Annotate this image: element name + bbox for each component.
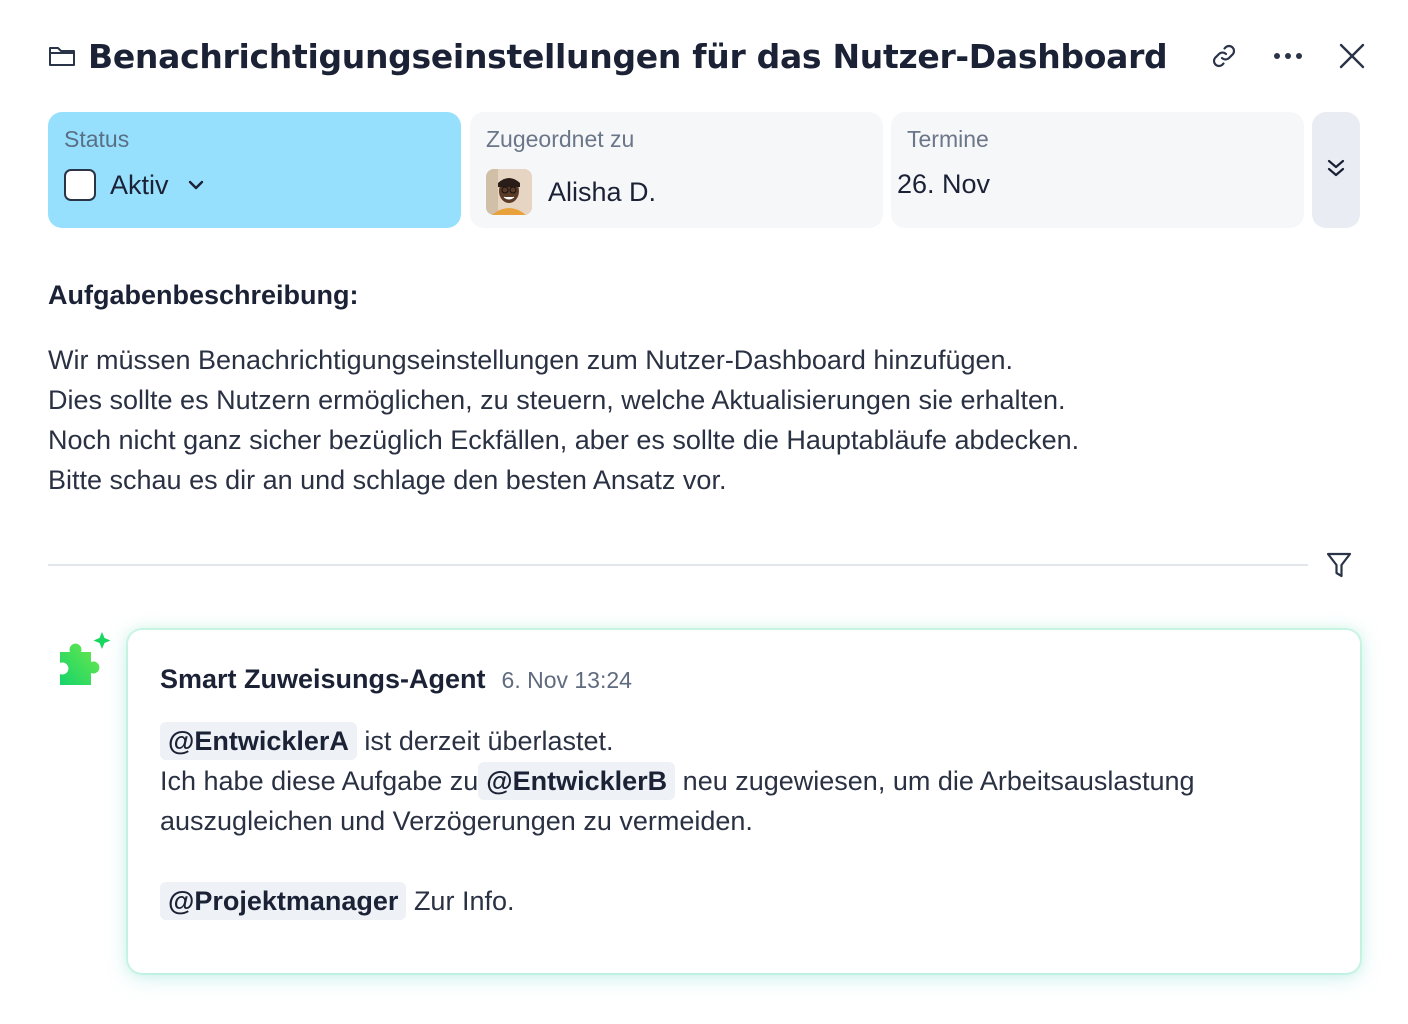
comment-text: Zur Info.	[413, 886, 515, 916]
header-actions	[1206, 30, 1370, 82]
deadline-label: Termine	[907, 126, 989, 152]
mention-entwickler-a[interactable]: @EntwicklerA	[160, 722, 357, 760]
description-line: Noch nicht ganz sicher bezüglich Eckfäll…	[48, 425, 1080, 455]
folder-icon	[48, 43, 78, 69]
close-icon[interactable]	[1334, 38, 1370, 74]
deadline-value: 26. Nov	[897, 169, 991, 199]
more-icon[interactable]	[1270, 38, 1306, 74]
comment-line: @EntwicklerA ist derzeit überlastet.	[160, 721, 1328, 761]
status-checkbox[interactable]	[64, 169, 96, 201]
deadline-value-row[interactable]: 26. Nov	[897, 169, 1288, 200]
description-line: Bitte schau es dir an und schlage den be…	[48, 465, 727, 495]
comment-line: Ich habe diese Aufgabe zu @EntwicklerB ne…	[160, 761, 1328, 801]
mention-projektmanager[interactable]: @Projektmanager	[160, 882, 407, 920]
comment-text: Ich habe diese Aufgabe zu	[160, 766, 479, 796]
assignee-value-row[interactable]: Alisha D.	[486, 169, 867, 215]
comment-card: Smart Zuweisungs-Agent 6. Nov 13:24 @Ent…	[128, 630, 1360, 973]
comment-line: auszugleichen und Verzögerungen zu verme…	[160, 801, 1328, 841]
status-dropdown[interactable]: Aktiv	[64, 169, 445, 201]
comment-text: ist derzeit überlastet.	[364, 726, 614, 756]
assignee-label: Zugeordnet zu	[486, 126, 635, 152]
deadline-field[interactable]: Termine 26. Nov	[891, 112, 1304, 228]
comment-author[interactable]: Smart Zuweisungs-Agent	[160, 664, 486, 695]
comment-body: @EntwicklerA ist derzeit überlastet. Ich…	[160, 721, 1328, 921]
filter-icon[interactable]	[1322, 548, 1356, 584]
chevron-down-icon[interactable]	[187, 179, 205, 191]
header: Benachrichtigungseinstellungen für das N…	[48, 30, 1370, 82]
double-chevron-down-icon	[1326, 158, 1346, 183]
mention-entwickler-b[interactable]: @EntwicklerB	[478, 762, 676, 800]
puzzle-sparkle-icon	[52, 630, 114, 690]
status-label: Status	[64, 126, 130, 152]
comment-spacer	[160, 841, 1328, 881]
status-field[interactable]: Status Aktiv	[48, 112, 461, 228]
assignee-field[interactable]: Zugeordnet zu Alisha D.	[470, 112, 883, 228]
comment-text: auszugleichen und Verzögerungen zu verme…	[160, 806, 753, 836]
comment-text: neu zugewiesen, um die Arbeitsauslastung	[682, 766, 1195, 796]
description-line: Wir müssen Benachrichtigungseinstellunge…	[48, 345, 1014, 375]
comment-line: @Projektmanager Zur Info.	[160, 881, 1328, 921]
description-body: Wir müssen Benachrichtigungseinstellunge…	[48, 340, 1248, 500]
link-icon[interactable]	[1206, 38, 1242, 74]
comment-timestamp: 6. Nov 13:24	[501, 667, 632, 693]
comment-header: Smart Zuweisungs-Agent 6. Nov 13:24	[160, 664, 1328, 695]
description-line: Dies sollte es Nutzern ermöglichen, zu s…	[48, 385, 1066, 415]
status-value: Aktiv	[110, 169, 169, 200]
avatar	[486, 169, 532, 215]
divider	[48, 564, 1308, 566]
assignee-value: Alisha D.	[548, 176, 657, 207]
description-title: Aufgabenbeschreibung:	[48, 280, 359, 310]
page-title: Benachrichtigungseinstellungen für das N…	[88, 36, 1168, 76]
expand-fields-button[interactable]	[1312, 112, 1360, 228]
